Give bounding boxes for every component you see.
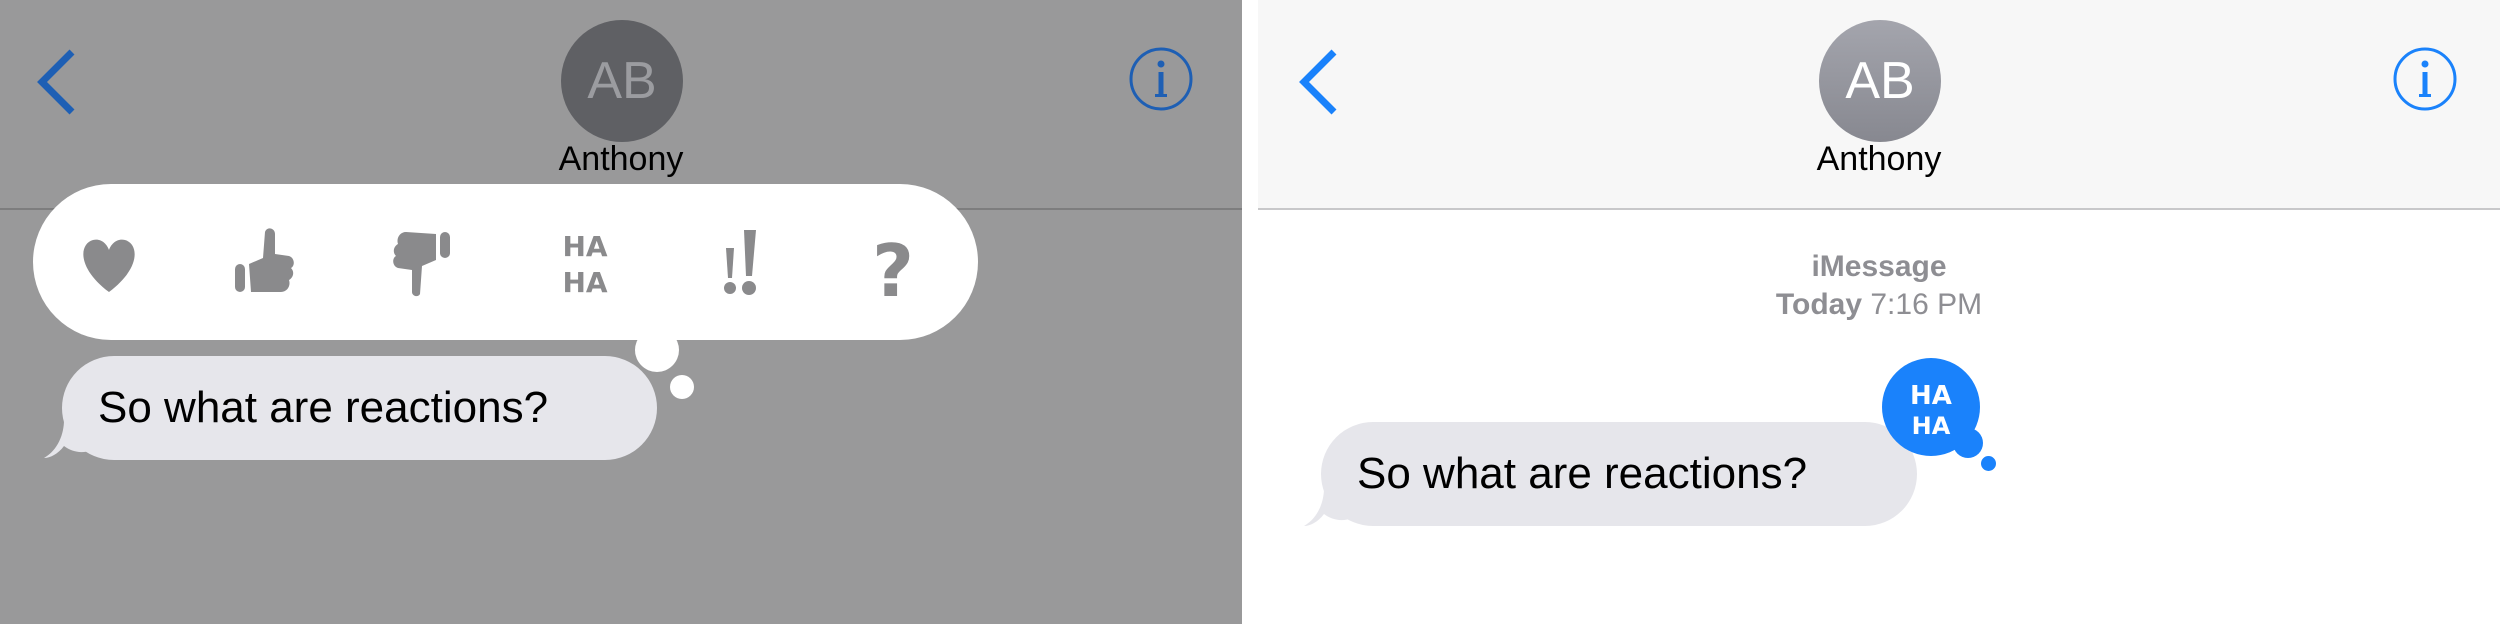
svg-text:HA: HA xyxy=(1910,381,1952,411)
thumbs-down-icon[interactable] xyxy=(378,220,462,304)
question-mark-icon[interactable]: ? xyxy=(851,220,935,304)
reaction-picker: HA HA ? xyxy=(33,184,978,340)
avatar[interactable]: AB xyxy=(561,20,683,142)
badge-thought-dot xyxy=(1953,428,1983,458)
svg-text:HA: HA xyxy=(562,230,607,263)
conversation-header: AB Anthony xyxy=(1258,0,2500,210)
timestamp-day: Today xyxy=(1775,288,1863,321)
info-circle-icon[interactable] xyxy=(2392,46,2458,112)
thumbs-up-icon[interactable] xyxy=(223,220,307,304)
message-text: So what are reactions? xyxy=(98,383,549,432)
reaction-picker-screen: AB Anthony HA HA ? So what are reactions? xyxy=(0,0,1242,624)
badge-thought-dot-small xyxy=(1981,456,1996,471)
svg-text:?: ? xyxy=(872,229,914,304)
chevron-left-icon[interactable] xyxy=(34,46,80,118)
info-circle-icon[interactable] xyxy=(1128,46,1194,112)
picker-thought-dot-small xyxy=(670,375,694,399)
conversation-screen: AB Anthony iMessage Today 7:16 PM So wha… xyxy=(1258,0,2500,624)
timestamp-time: 7:16 PM xyxy=(1870,288,1983,321)
contact-name[interactable]: Anthony xyxy=(1258,140,2500,179)
timestamp: Today 7:16 PM xyxy=(1258,288,2500,322)
chevron-left-icon[interactable] xyxy=(1296,46,1342,118)
service-label: iMessage xyxy=(1811,250,1947,283)
message-bubble[interactable]: So what are reactions? xyxy=(1321,422,1917,526)
picker-thought-dot xyxy=(635,328,679,372)
heart-icon[interactable] xyxy=(67,220,151,304)
avatar-initials: AB xyxy=(1845,52,1915,110)
double-exclamation-icon[interactable] xyxy=(698,220,782,304)
conversation-header: AB Anthony xyxy=(0,0,1242,210)
haha-icon[interactable]: HAHA xyxy=(543,220,627,304)
message-text: So what are reactions? xyxy=(1357,449,1808,498)
message-bubble[interactable]: So what are reactions? xyxy=(62,356,657,460)
avatar-initials: AB xyxy=(587,52,657,110)
svg-text:HA: HA xyxy=(562,266,607,299)
contact-name[interactable]: Anthony xyxy=(0,140,1242,179)
avatar[interactable]: AB xyxy=(1819,20,1941,142)
svg-text:HA: HA xyxy=(1912,412,1951,440)
